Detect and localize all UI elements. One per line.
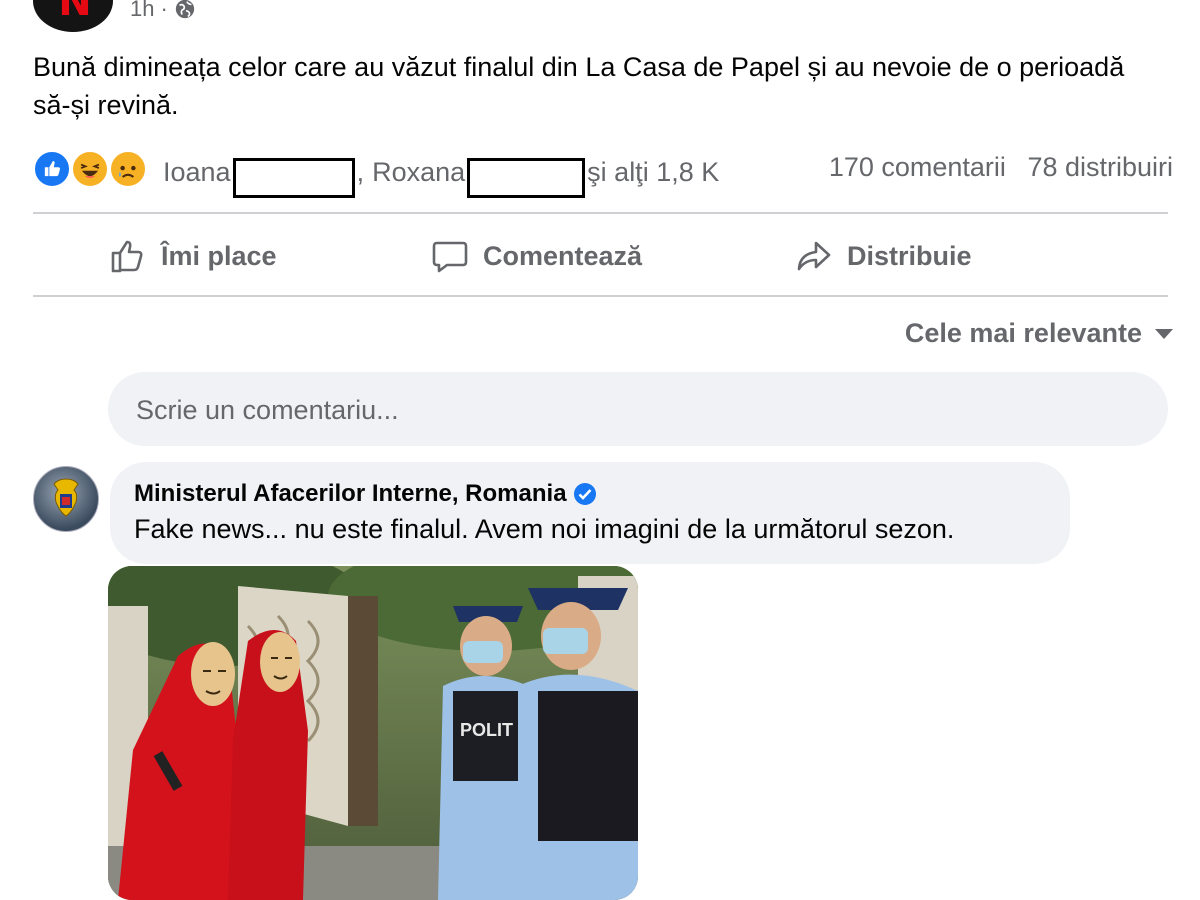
reactor-name-1: Ioana	[163, 156, 231, 187]
reaction-icons[interactable]	[33, 148, 153, 192]
divider	[33, 295, 1168, 297]
globe-icon	[175, 0, 194, 19]
coat-of-arms-icon	[53, 478, 79, 517]
caret-down-icon	[1155, 328, 1173, 339]
redacted-box	[232, 158, 355, 198]
like-label: Îmi place	[161, 240, 277, 271]
post-time[interactable]: 1h	[130, 0, 154, 22]
shares-count[interactable]: 78 distribuiri	[1027, 152, 1173, 182]
verified-badge-icon	[573, 483, 596, 505]
post-text: Bună dimineața celor care au văzut final…	[33, 52, 1125, 120]
names-comma: ,	[356, 156, 365, 187]
engagement-counts: 170 comentarii 78 distribuiri	[829, 152, 1173, 183]
comment-input[interactable]	[134, 388, 898, 432]
netflix-logo: N	[58, 0, 92, 25]
comment-bubble: Ministerul Afacerilor Interne, Romania F…	[110, 462, 1070, 564]
post-actions: Îmi place Comentează Distribuie	[33, 218, 1168, 294]
reaction-names[interactable]: Ioana , Roxana şi alţi 1,8 K	[163, 152, 720, 198]
meta-separator: ·	[160, 0, 168, 21]
comment-label: Comentează	[483, 240, 643, 271]
sort-label: Cele mai relevante	[904, 318, 1142, 348]
comment-sort-dropdown[interactable]: Cele mai relevante	[905, 318, 1174, 349]
thumbs-up-icon	[111, 240, 143, 273]
page-avatar[interactable]: N	[33, 0, 113, 32]
divider	[33, 212, 1168, 214]
share-label: Distribuie	[847, 240, 972, 271]
sad-icon	[109, 150, 147, 188]
comment-composer: GIF	[108, 372, 1168, 446]
reactions-summary: Ioana , Roxana şi alţi 1,8 K 170 comenta…	[33, 148, 1173, 198]
haha-icon	[71, 150, 109, 188]
author-name: Ministerul Afacerilor Interne, Romania	[134, 480, 567, 507]
like-button[interactable]: Îmi place	[109, 218, 277, 294]
reactor-name-2: Roxana	[372, 156, 466, 187]
reactors-others: şi alţi 1,8 K	[587, 156, 720, 187]
share-icon	[797, 241, 831, 271]
comment-button[interactable]: Comentează	[431, 218, 642, 294]
commenter-avatar[interactable]	[33, 466, 99, 532]
redacted-box	[467, 158, 586, 198]
photo-illustration: POLIT	[108, 566, 638, 900]
comment-text: Fake news... nu este finalul. Avem noi i…	[134, 514, 955, 544]
like-icon	[33, 150, 71, 188]
comment-author[interactable]: Ministerul Afacerilor Interne, Romania	[134, 480, 597, 508]
post-meta: 1h ·	[130, 0, 196, 22]
comment-photo[interactable]: POLIT	[108, 566, 638, 900]
comments-count[interactable]: 170 comentarii	[829, 152, 1006, 182]
comment-icon	[432, 241, 468, 273]
svg-text:POLIT: POLIT	[460, 720, 513, 740]
share-button[interactable]: Distribuie	[795, 218, 972, 294]
